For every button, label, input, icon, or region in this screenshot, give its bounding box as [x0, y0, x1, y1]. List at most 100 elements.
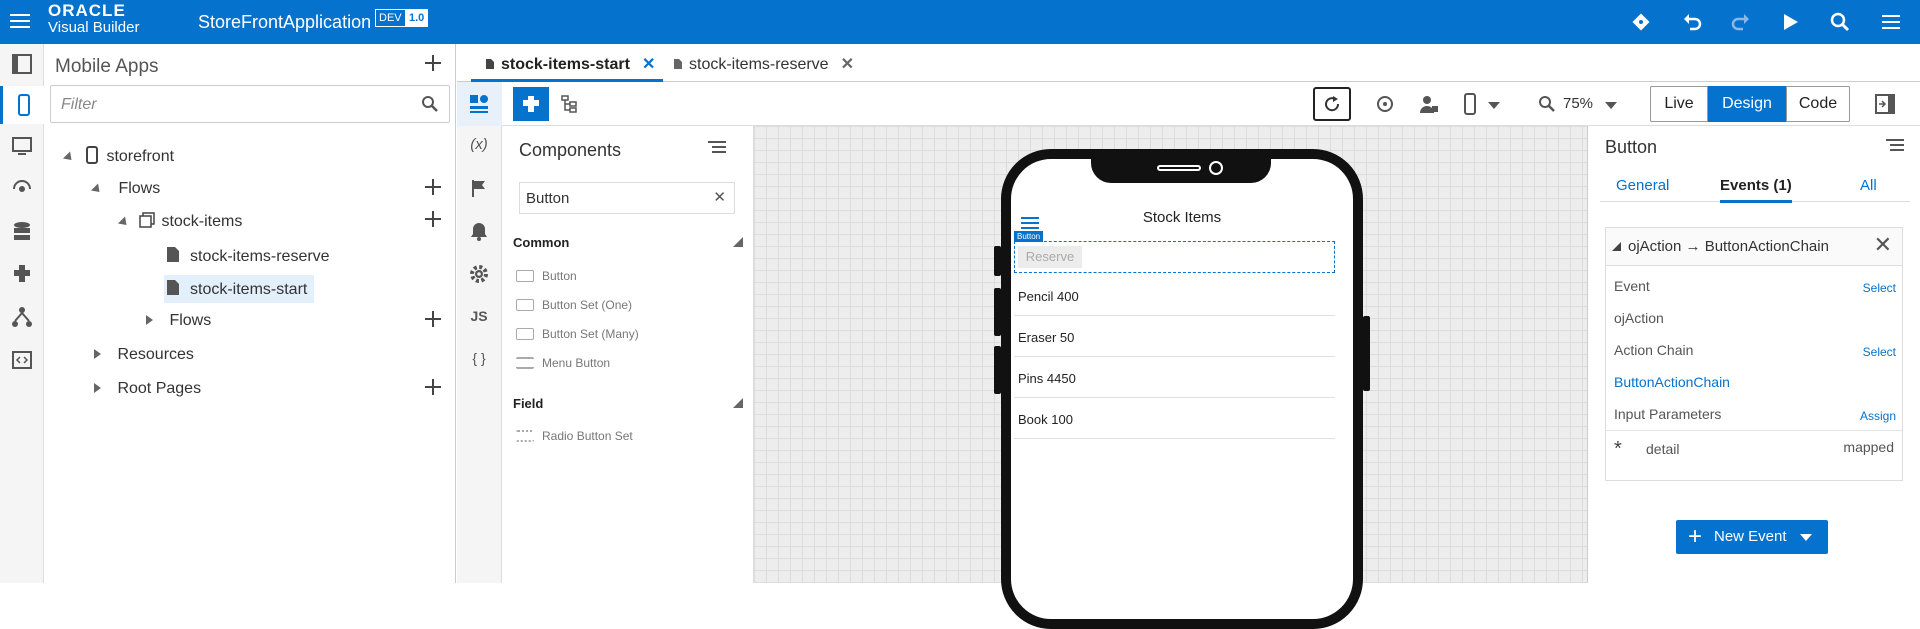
palette-item-menu-button[interactable]: Menu Button	[516, 356, 610, 370]
add-subflow-icon[interactable]	[424, 310, 442, 328]
expand-icon[interactable]	[62, 151, 76, 164]
component-search-input[interactable]: Button ✕	[519, 182, 735, 214]
tree-item-stock-items-reserve[interactable]: stock-items-reserve	[166, 246, 330, 266]
collapse-icon[interactable]	[94, 383, 101, 393]
variables-icon[interactable]: (x)	[468, 136, 490, 158]
palette-menu-icon[interactable]	[708, 140, 726, 156]
palette-item-button-set-many[interactable]: Button Set (Many)	[516, 327, 639, 341]
section-field[interactable]: Field	[513, 396, 745, 411]
selected-button-area[interactable]: Reserve	[1014, 241, 1335, 273]
structure-toggle[interactable]	[551, 87, 587, 121]
device-rotate-icon[interactable]	[1374, 93, 1396, 115]
tab-stock-items-reserve[interactable]: stock-items-reserve ✕	[663, 44, 863, 82]
components-palette: Components Button ✕ Common Button Button…	[502, 126, 754, 583]
add-app-icon[interactable]	[424, 54, 442, 72]
clear-icon[interactable]: ✕	[713, 188, 726, 206]
more-menu-icon[interactable]	[1880, 11, 1902, 33]
tree-item-stock-items-start[interactable]: stock-items-start	[166, 279, 307, 299]
collapse-icon[interactable]	[146, 315, 153, 325]
tree-item-resources[interactable]: Resources	[94, 346, 194, 364]
collapse-corner-icon[interactable]	[733, 237, 743, 247]
tree-item-flows[interactable]: Flows	[90, 180, 160, 198]
close-icon[interactable]: ✕	[642, 56, 655, 73]
event-select-link[interactable]: Select	[1863, 281, 1896, 295]
business-objects-icon[interactable]	[10, 220, 34, 244]
palette-item-button-set-one[interactable]: Button Set (One)	[516, 298, 632, 312]
run-icon[interactable]	[1779, 11, 1801, 33]
tab-general[interactable]: General	[1616, 177, 1669, 194]
user-roles-icon[interactable]	[1419, 94, 1439, 114]
page-designer-toggle[interactable]	[457, 82, 502, 126]
mobile-apps-tab[interactable]	[0, 86, 44, 124]
redo-icon[interactable]	[1730, 11, 1752, 33]
tab-events[interactable]: Events (1)	[1720, 177, 1792, 203]
mobile-icon	[18, 94, 30, 116]
expand-icon[interactable]	[90, 183, 104, 196]
expand-icon[interactable]	[117, 216, 131, 229]
web-apps-icon[interactable]	[10, 134, 34, 158]
close-icon[interactable]: ✕	[1874, 232, 1892, 258]
tree-item-sub-flows[interactable]: Flows	[146, 312, 211, 330]
speaker-icon	[1157, 165, 1201, 171]
design-button[interactable]: Design	[1708, 86, 1786, 122]
undo-icon[interactable]	[1681, 11, 1703, 33]
tab-stock-items-start[interactable]: stock-items-start ✕	[471, 44, 663, 82]
tab-all[interactable]: All	[1860, 177, 1877, 194]
app-title: StoreFrontApplication	[198, 12, 372, 32]
event-header[interactable]: ojAction → ButtonActionChain ✕	[1606, 228, 1902, 266]
git-icon[interactable]	[1630, 11, 1652, 33]
zoom-level[interactable]: 75%	[1563, 95, 1593, 112]
tree-item-storefront[interactable]: storefront	[62, 146, 174, 166]
action-chain-select-link[interactable]: Select	[1863, 345, 1896, 359]
list-item[interactable]: Pins 4450	[1014, 357, 1335, 398]
assign-link[interactable]: Assign	[1860, 409, 1896, 423]
section-common[interactable]: Common	[513, 235, 745, 250]
code-button[interactable]: Code	[1786, 86, 1850, 122]
tree-item-root-pages[interactable]: Root Pages	[94, 380, 201, 398]
collapse-icon[interactable]	[94, 349, 101, 359]
new-event-button[interactable]: + New Event	[1676, 520, 1828, 554]
refresh-button[interactable]	[1313, 87, 1351, 121]
refresh-icon	[1325, 96, 1340, 112]
collapse-corner-icon[interactable]	[733, 398, 743, 408]
js-icon[interactable]: JS	[468, 308, 490, 330]
tree-item-stock-items[interactable]: stock-items	[117, 212, 242, 231]
flag-icon[interactable]	[468, 177, 490, 199]
add-root-page-icon[interactable]	[424, 378, 442, 396]
chevron-down-icon[interactable]	[1488, 102, 1500, 109]
action-chain-link[interactable]: ButtonActionChain	[1614, 374, 1730, 390]
chevron-down-icon[interactable]	[1605, 102, 1617, 109]
event-label: Event	[1614, 278, 1650, 294]
components-toggle[interactable]	[513, 87, 549, 121]
json-icon[interactable]: { }	[468, 350, 490, 372]
menu-icon[interactable]	[10, 12, 30, 30]
source-view-icon[interactable]	[10, 348, 34, 372]
settings-gear-icon[interactable]	[468, 263, 490, 285]
reserve-button[interactable]: Reserve	[1018, 246, 1082, 268]
designer-side-rail: (x) JS { }	[457, 126, 502, 583]
components-icon[interactable]	[10, 262, 34, 286]
live-button[interactable]: Live	[1650, 86, 1708, 122]
list-item[interactable]: Pencil 400	[1014, 275, 1335, 316]
device-icon[interactable]	[1463, 93, 1477, 115]
close-icon[interactable]: ✕	[841, 56, 854, 73]
phone-side-button	[994, 346, 1001, 394]
filter-input[interactable]: Filter	[50, 85, 450, 123]
radio-set-icon	[516, 430, 534, 442]
processes-icon[interactable]	[10, 305, 34, 329]
dev-badge: DEV	[375, 9, 406, 27]
property-panel-toggle-icon[interactable]	[1875, 94, 1895, 114]
designer-toolbar: 75% Live Design Code	[457, 82, 1920, 126]
search-icon[interactable]	[1829, 11, 1851, 33]
add-flow-icon[interactable]	[424, 178, 442, 196]
services-icon[interactable]	[10, 177, 34, 201]
collapse-icon[interactable]	[1612, 242, 1621, 251]
bell-icon[interactable]	[468, 220, 490, 242]
collapse-panel-icon[interactable]	[10, 52, 34, 76]
list-item[interactable]: Eraser 50	[1014, 316, 1335, 357]
palette-item-button[interactable]: Button	[516, 269, 577, 283]
properties-menu-icon[interactable]	[1886, 138, 1904, 154]
add-page-icon[interactable]	[424, 210, 442, 228]
palette-item-radio-button-set[interactable]: Radio Button Set	[516, 429, 633, 443]
list-item[interactable]: Book 100	[1014, 398, 1335, 439]
